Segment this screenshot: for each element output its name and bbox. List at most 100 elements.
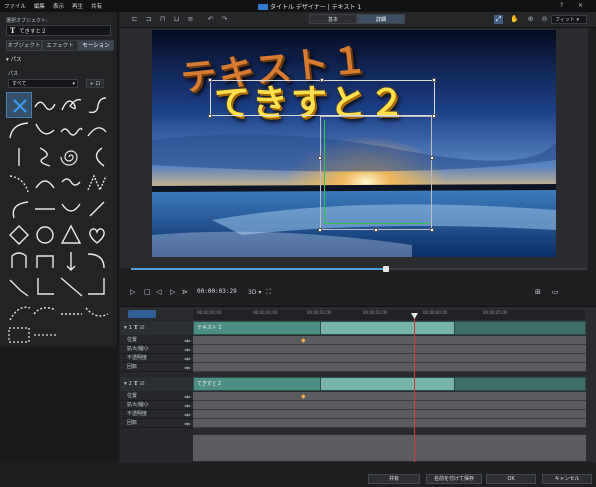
menu-play[interactable]: 再生 — [68, 2, 87, 10]
keyframe-lane[interactable] — [193, 354, 586, 363]
path-preset-triangle[interactable] — [58, 222, 84, 248]
resize-handle[interactable] — [320, 78, 324, 82]
play-icon[interactable]: ▷ — [130, 288, 135, 296]
path-handle[interactable] — [318, 156, 322, 160]
tab-motion[interactable]: モーション — [78, 40, 114, 51]
keyframe-controls-icon[interactable]: ◂◆▸ — [184, 345, 191, 354]
resize-handle[interactable] — [432, 114, 436, 118]
path-preset-dashed-curve[interactable] — [6, 170, 32, 196]
path-preset-swoosh[interactable] — [32, 118, 58, 144]
menu-view[interactable]: 表示 — [49, 2, 68, 10]
track-2-clip[interactable]: てきすと２ — [193, 377, 321, 391]
keyframe-controls-icon[interactable]: ◂◆▸ — [184, 419, 191, 428]
keyframe-controls-icon[interactable]: ◂◆▸ — [184, 392, 191, 401]
track-2-clip-segment[interactable] — [320, 377, 455, 391]
path-preset-none[interactable] — [6, 92, 32, 118]
timeline-zoom-toggle[interactable] — [128, 310, 156, 318]
path-preset-down-arrow[interactable] — [58, 248, 84, 274]
stop-icon[interactable]: □ — [144, 288, 151, 296]
share-button[interactable]: 共有 — [368, 474, 420, 484]
path-preset-s-curve[interactable] — [32, 144, 58, 170]
timeline-empty-area[interactable] — [193, 435, 586, 461]
zoom-in-icon[interactable]: ⊕ — [526, 15, 535, 24]
keyframe-lane[interactable] — [193, 419, 586, 428]
path-preset-zig[interactable] — [84, 170, 110, 196]
keyframe-controls-icon[interactable]: ◂◆▸ — [184, 336, 191, 345]
keyframe-marker[interactable]: ◆ — [301, 393, 306, 400]
menu-share[interactable]: 共有 — [87, 2, 106, 10]
path-preset-arc[interactable] — [6, 118, 32, 144]
prev-frame-icon[interactable]: ◁ — [156, 288, 161, 296]
tab-advanced[interactable]: 詳細 — [357, 14, 405, 24]
path-preset-vertical[interactable] — [6, 144, 32, 170]
path-preset-spiral[interactable] — [58, 144, 84, 170]
path-preset-dashed-arrow[interactable] — [32, 322, 58, 348]
path-preset-wave[interactable] — [32, 92, 58, 118]
path-preset-diamond[interactable] — [6, 222, 32, 248]
resize-handle[interactable] — [432, 78, 436, 82]
path-category-select[interactable]: すべて ▾ — [8, 79, 78, 88]
select-tool-icon[interactable]: ⤢ — [494, 15, 503, 24]
monitor-icon[interactable]: ▭ — [552, 288, 559, 296]
zoom-out-icon[interactable]: ⊖ — [540, 15, 549, 24]
keyframe-lane[interactable] — [193, 345, 586, 354]
tab-basic[interactable]: 基本 — [309, 14, 357, 24]
path-preset-curl[interactable] — [84, 118, 110, 144]
path-preset-circle[interactable] — [32, 222, 58, 248]
keyframe-controls-icon[interactable]: ◂◆▸ — [184, 354, 191, 363]
close-button[interactable]: × — [578, 2, 583, 9]
path-preset-step[interactable] — [32, 248, 58, 274]
path-preset-hook-left[interactable] — [6, 196, 32, 222]
path-preset-horizontal[interactable] — [32, 196, 58, 222]
path-preset-dashed-box[interactable] — [6, 322, 32, 348]
path-preset-drop[interactable] — [84, 248, 110, 274]
keyframe-controls-icon[interactable]: ◂◆▸ — [184, 401, 191, 410]
preview-scrubber[interactable] — [131, 266, 587, 272]
path-preset-slant[interactable] — [84, 196, 110, 222]
timeline-ruler[interactable]: 00;00;00;00 00;00;01;00 00;00;02;00 00;0… — [193, 310, 585, 320]
next-frame-icon[interactable]: ▷ — [170, 288, 175, 296]
align-center-icon[interactable]: ⊐ — [144, 15, 153, 24]
path-handle[interactable] — [318, 228, 322, 232]
path-preset-dashed-fall[interactable] — [84, 300, 110, 326]
selected-object-field[interactable]: T てきすと２ — [6, 25, 111, 36]
keyframe-lane[interactable]: ◆ — [193, 336, 586, 345]
ok-button[interactable]: OK — [486, 474, 536, 484]
path-preset-bow[interactable] — [32, 170, 58, 196]
path-import-button[interactable]: + ロ — [86, 79, 104, 88]
path-preset-zigzag[interactable] — [58, 118, 84, 144]
keyframe-controls-icon[interactable]: ◂◆▸ — [184, 363, 191, 372]
align-top-icon[interactable]: ⊓ — [158, 15, 167, 24]
path-preset-u-turn[interactable] — [6, 248, 32, 274]
resize-handle[interactable] — [208, 78, 212, 82]
path-preset-l-shape[interactable] — [32, 274, 58, 300]
keyframe-lane[interactable] — [193, 363, 586, 372]
undo-icon[interactable]: ↶ — [206, 15, 215, 24]
align-left-icon[interactable]: ⊏ — [130, 15, 139, 24]
path-preset-long-diagonal[interactable] — [58, 274, 84, 300]
path-preset-right-angle[interactable] — [84, 274, 110, 300]
keyframe-marker[interactable]: ◆ — [301, 337, 306, 344]
redo-icon[interactable]: ↷ — [220, 15, 229, 24]
menu-edit[interactable]: 編集 — [30, 2, 49, 10]
motion-path-box[interactable] — [320, 116, 432, 230]
keyframe-lane[interactable] — [193, 401, 586, 410]
path-preset-arc-down[interactable] — [58, 196, 84, 222]
distribute-icon[interactable]: ≡ — [186, 15, 195, 24]
cancel-button[interactable]: キャンセル — [542, 474, 592, 484]
align-middle-icon[interactable]: ⊔ — [172, 15, 181, 24]
keyframe-controls-icon[interactable]: ◂◆▸ — [184, 410, 191, 419]
path-preset-corner[interactable] — [6, 274, 32, 300]
tab-object[interactable]: オブジェクト — [6, 40, 42, 51]
path-preset-ribbon[interactable] — [58, 170, 84, 196]
track-1-header[interactable]: ▾ 1 T ☑ — [120, 321, 193, 335]
path-section-header[interactable]: ▾ パス — [6, 55, 22, 63]
path-preset-hook[interactable] — [84, 144, 110, 170]
3d-mode-select[interactable]: 3D ▾ — [248, 289, 261, 296]
zoom-select[interactable]: フィット ▾ — [551, 15, 587, 24]
fullscreen-icon[interactable]: ⛶ — [266, 288, 271, 297]
fast-forward-icon[interactable]: ⊳ — [182, 288, 188, 296]
playhead[interactable] — [414, 314, 415, 462]
track-1-clip[interactable]: テキスト 1 — [193, 321, 321, 335]
track-2-header[interactable]: ▾ 2 T ☑ — [120, 377, 193, 391]
